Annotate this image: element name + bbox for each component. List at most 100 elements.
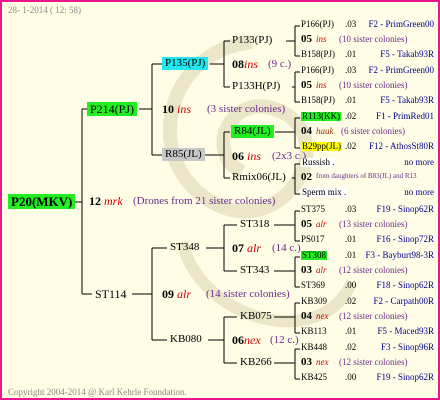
gen5-origin: F19 - Sinop62R [376,204,434,214]
gen5-queen[interactable]: R113(KK) [301,112,342,121]
g4-queen[interactable]: R84(JL) [231,125,274,138]
gen5-note: (13 sister colonies) [339,219,408,229]
gen5-origin: F2 - PrimGreen00 [368,65,435,75]
gen5-queen[interactable]: P166(PJ) [301,20,334,29]
father-generation: 09 alr [162,288,191,300]
mm-gen-number: 08 [232,57,244,71]
father-queen[interactable]: ST114 [95,288,127,300]
gen5-race: nex [316,311,329,321]
ff-gen-number: 06 [232,333,244,347]
ff-race: nex [244,333,261,347]
gen5-queen[interactable]: Sperm mix . [301,188,348,197]
gen5-sister-generation: 05 [301,33,312,45]
gen5-sister-generation: 03 [301,264,312,276]
gen5-queen[interactable]: B158(PJ) [301,50,335,59]
gen5-gen-number: .02 [345,141,357,151]
gen5-race: alr [316,219,327,229]
ff-generation: 06nex [232,334,261,346]
gen5-sister-generation: 02 [301,171,312,183]
gen5-queen[interactable]: PS017 [301,235,325,244]
gen5-origin: no more [404,157,434,167]
mother-note: (3 sister colonies) [207,103,286,115]
gen5-origin: F1 - PrimRed01 [375,111,434,121]
mother-generation: 10 ins [162,103,191,115]
mother-race: ins [177,102,192,116]
mf-race: ins [247,149,262,163]
gen5-gen-number: .03 [345,19,357,29]
gen5-gen-number: .01 [345,326,357,336]
g4-queen[interactable]: ST318 [240,219,269,230]
gen5-gen-number: .02 [345,111,357,121]
g4-queen[interactable]: Rmix06(JL) [232,172,286,183]
root-queen[interactable]: P20(MKV) [8,194,76,209]
gen5-queen[interactable]: KB309 [301,297,327,306]
ff-queen[interactable]: KB080 [170,334,202,345]
mf-queen[interactable]: R85(JL) [162,148,205,161]
g4-queen[interactable]: P133H(PJ) [232,81,280,92]
gen5-origin: F5 - Maced93R [377,326,435,336]
g4-queen[interactable]: ST343 [240,265,269,276]
gen5-race: nex [316,357,329,367]
mm-generation: 08ins [232,58,258,70]
gen5-queen[interactable]: KB448 [301,343,327,352]
gen5-note: (6 sister colonies) [341,126,405,136]
fm-note: (14 c.) [272,242,301,254]
gen5-gen-number: .02 [345,296,357,306]
gen5-queen[interactable]: ST369 [301,281,325,290]
gen5-queen[interactable]: B158(PJ) [301,96,335,105]
gen5-queen[interactable]: ST308 [301,251,328,260]
g4-queen[interactable]: KB266 [240,357,272,368]
gen5-sister-generation: 05 [301,79,312,91]
mm-queen[interactable]: P135(PJ) [162,57,209,70]
fm-race: alr [247,241,262,255]
gen5-sister-generation: 04 [301,310,312,322]
gen5-note: (10 sister colonies) [339,80,408,90]
ff-note: (12 c.) [270,334,299,346]
g4-queen[interactable]: P133(PJ) [232,35,272,46]
mm-race: ins [244,57,259,71]
gen5-origin: F16 - Sinop72R [376,234,434,244]
gen5-queen[interactable]: KB113 [301,327,327,336]
gen5-gen-number: .02 [345,342,357,352]
mf-gen-number: 06 [232,149,244,163]
fm-queen[interactable]: ST348 [170,242,199,253]
copyright-text: Copyright 2004-2014 @ Karl Kehrle Founda… [8,387,187,397]
fm-gen-number: 07 [232,241,244,255]
mother-queen[interactable]: P214(PJ) [87,102,138,116]
father-race: alr [177,287,192,301]
gen5-origin: F3 - Sinop96R [380,342,434,352]
gen5-gen-number: .01 [345,250,357,260]
gen5-note: (10 sister colonies) [339,34,408,44]
gen5-sister-generation: 05 [301,218,312,230]
father-gen-number: 09 [162,287,174,301]
gen5-origin: F19 - Sinop62R [376,372,434,382]
gen5-queen[interactable]: ST375 [301,205,325,214]
root-race: mrk [104,194,123,208]
gen5-queen[interactable]: B29pp(JL) [301,142,342,151]
gen5-gen-number: .01 [345,95,357,105]
gen5-sister-generation: 04 [301,125,312,137]
mf-generation: 06 ins [232,150,261,162]
gen5-gen-number: .03 [345,65,357,75]
mm-note: (9 c.) [268,58,292,70]
gen5-race: alr [316,265,327,275]
gen5-note: (12 sister colonies) [339,357,408,367]
gen5-queen[interactable]: KB425 [301,373,327,382]
gen5-origin: F12 - AthosSt80R [368,141,434,151]
gen5-origin: F18 - Sinop62R [376,280,434,290]
gen5-gen-number: .01 [345,234,357,244]
gen5-origin: F2 - PrimGreen00 [368,19,435,29]
gen5-queen[interactable]: P166(PJ) [301,66,334,75]
gen5-gen-number: .00 [345,280,357,290]
gen5-race: ins [316,34,327,44]
root-gen-number: 12 [89,194,101,208]
gen5-queen[interactable]: Russish . [301,158,336,167]
gen5-gen-number: .00 [345,372,357,382]
pedigree-frame: 28- 1-2014 ( 12: 58) P20(MKV) 12 mrk (Dr… [0,0,440,400]
root-note: (Drones from 21 sister colonies) [133,195,276,207]
gen5-origin: F5 - Takab93R [380,49,434,59]
gen5-sister-generation: 03 [301,356,312,368]
gen5-origin: F2 - Carpath00R [373,296,435,306]
g4-queen[interactable]: KB075 [240,311,272,322]
gen5-gen-number: .03 [345,204,357,214]
